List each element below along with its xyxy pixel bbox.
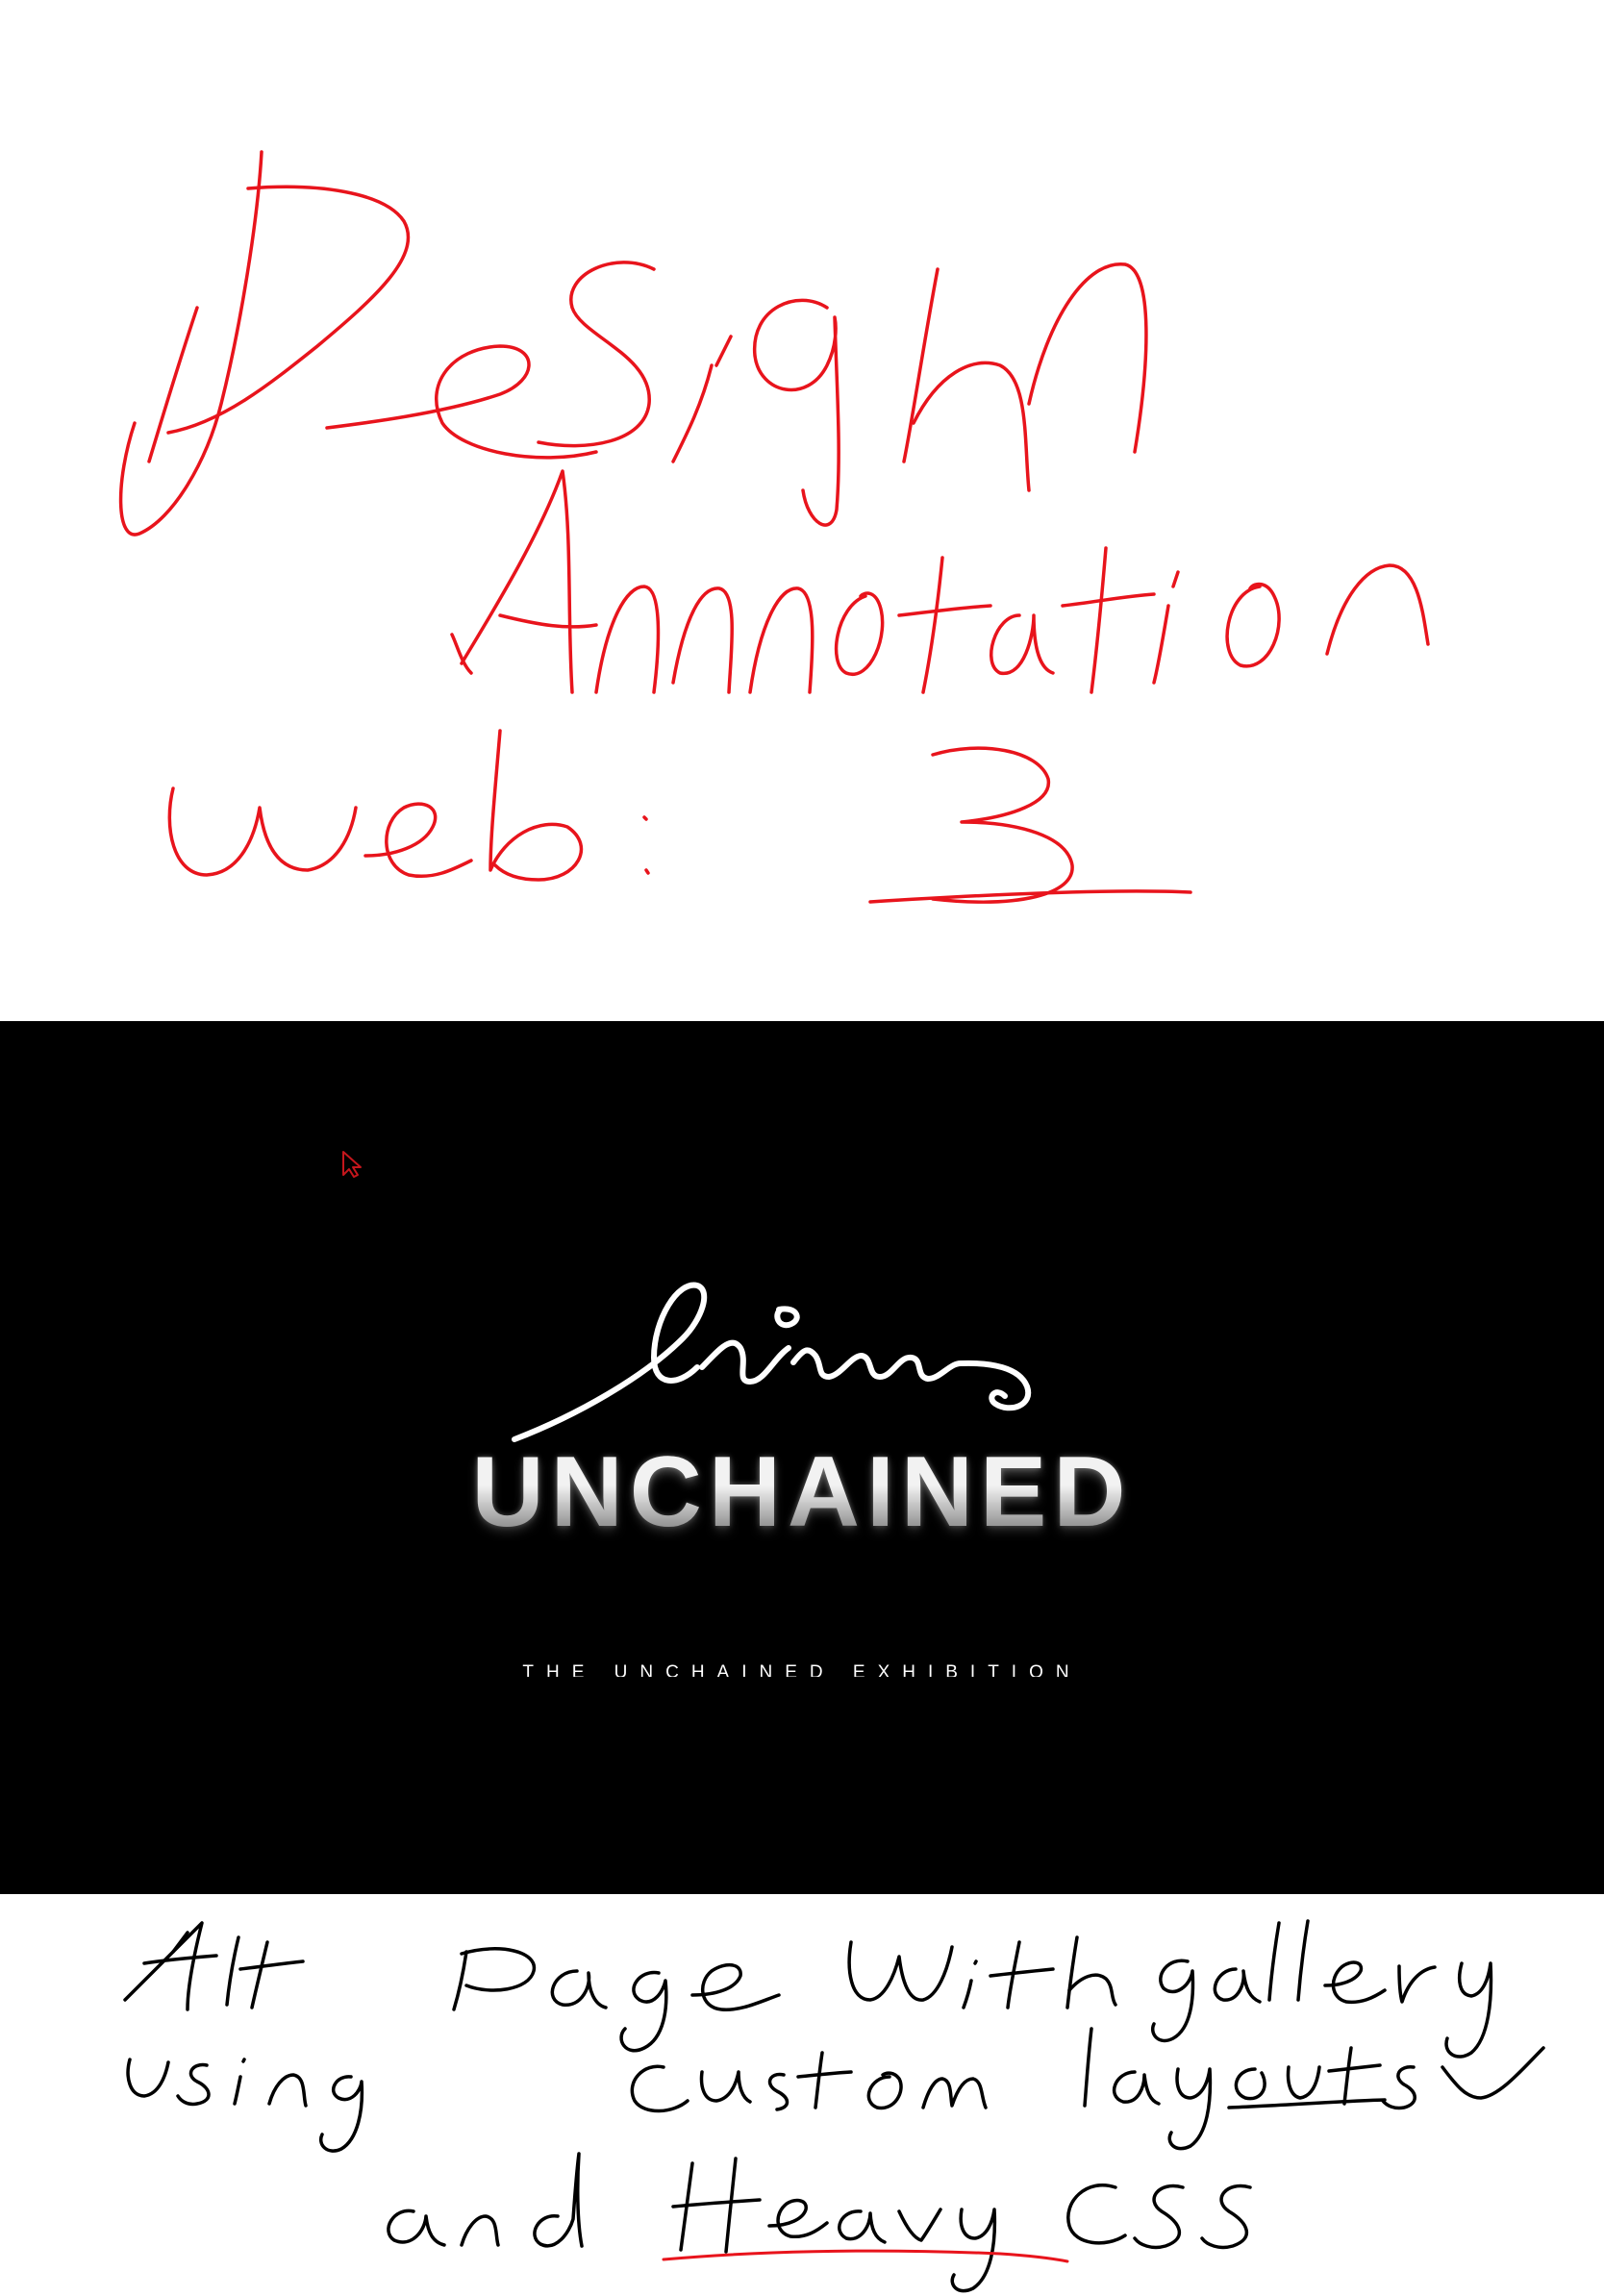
hero-section: UNCHAINED THE UNCHAINED EXHIBITION <box>0 1021 1604 1894</box>
bottom-annotation-ink <box>123 1919 1545 2293</box>
top-handwritten-annotation: Design Annotation web: 3 <box>0 0 1604 1021</box>
cursor-arrow-icon <box>342 1151 362 1178</box>
bottom-handwritten-annotation: Alt Page with gallery using custom layou… <box>0 1894 1604 2296</box>
hero-subtitle: THE UNCHAINED EXHIBITION <box>522 1662 1082 1677</box>
hero-title: UNCHAINED <box>471 1436 1133 1548</box>
top-annotation-ink <box>118 150 1430 904</box>
signature-logo <box>512 1282 1032 1442</box>
